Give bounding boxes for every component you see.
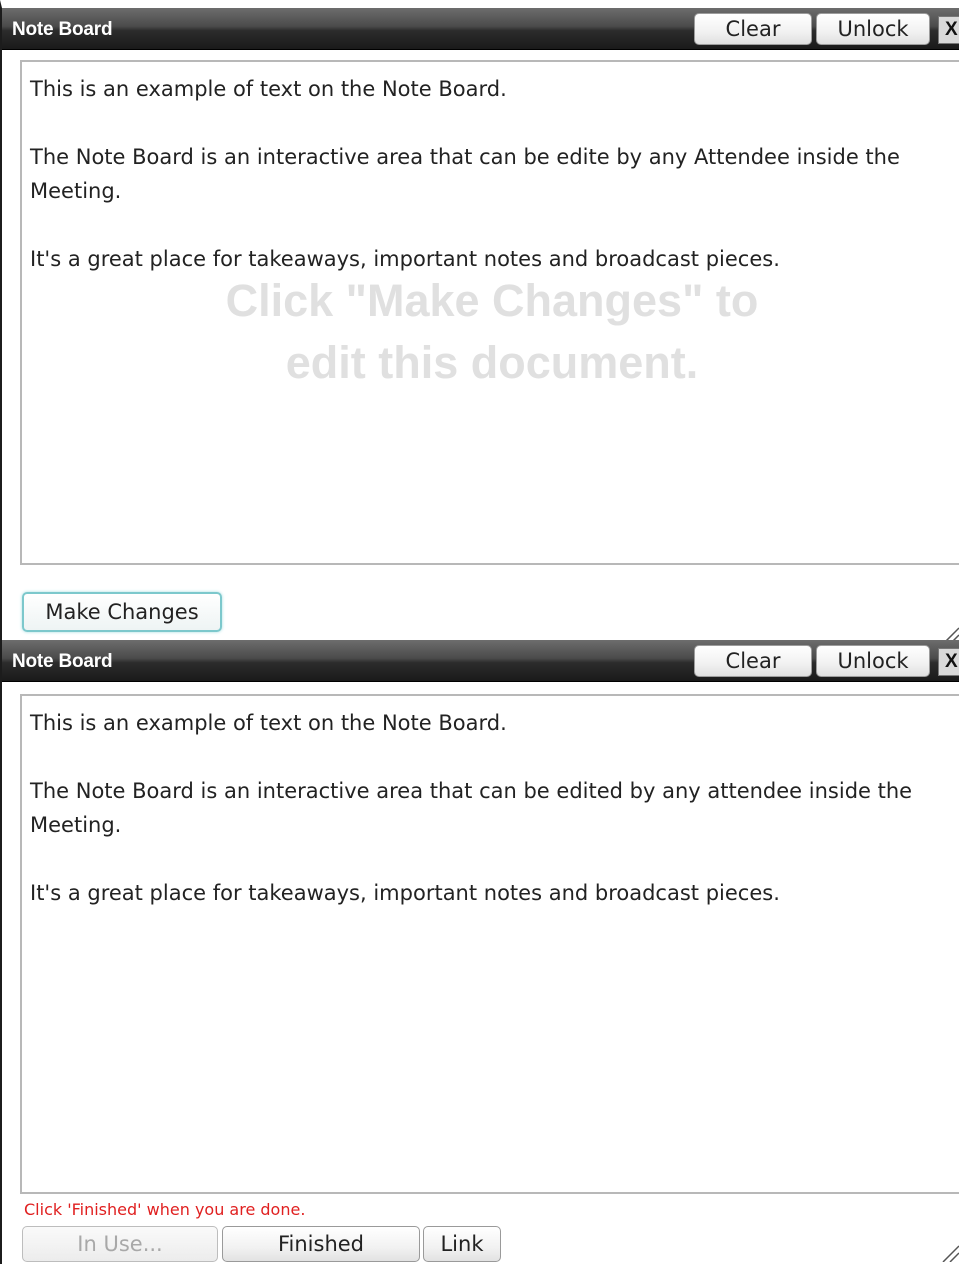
unlock-button[interactable]: Unlock [816, 13, 930, 45]
resize-grip-icon[interactable] [937, 622, 959, 640]
close-button[interactable]: X [938, 648, 959, 676]
note-board-panel-editing: Note Board Clear Unlock X This is an exa… [0, 640, 959, 1264]
unlock-button[interactable]: Unlock [816, 645, 930, 677]
note-board-panel-readonly: Note Board Clear Unlock X This is an exa… [0, 0, 959, 640]
note-paragraph: The Note Board is an interactive area th… [30, 779, 913, 837]
panel-title: Note Board [12, 19, 113, 40]
note-paragraph: It's a great place for takeaways, import… [30, 247, 780, 271]
finished-button[interactable]: Finished [222, 1226, 420, 1262]
panel-title: Note Board [12, 651, 113, 672]
title-bar[interactable]: Note Board Clear Unlock X [2, 8, 959, 50]
link-button[interactable]: Link [423, 1226, 501, 1262]
note-paragraph: The Note Board is an interactive area th… [30, 145, 900, 203]
title-bar[interactable]: Note Board Clear Unlock X [2, 640, 959, 682]
note-edit-area[interactable]: This is an example of text on the Note B… [20, 694, 959, 1194]
in-use-button: In Use... [22, 1226, 218, 1262]
close-button[interactable]: X [938, 16, 959, 44]
clear-button[interactable]: Clear [694, 13, 812, 45]
note-paragraph: This is an example of text on the Note B… [30, 77, 507, 101]
note-text-area: This is an example of text on the Note B… [20, 60, 959, 565]
note-paragraph: It's a great place for takeaways, import… [30, 881, 780, 905]
make-changes-button[interactable]: Make Changes [22, 592, 222, 632]
finished-hint: Click 'Finished' when you are done. [24, 1200, 306, 1219]
clear-button[interactable]: Clear [694, 645, 812, 677]
note-paragraph: This is an example of text on the Note B… [30, 711, 507, 735]
resize-grip-icon[interactable] [937, 1240, 959, 1262]
